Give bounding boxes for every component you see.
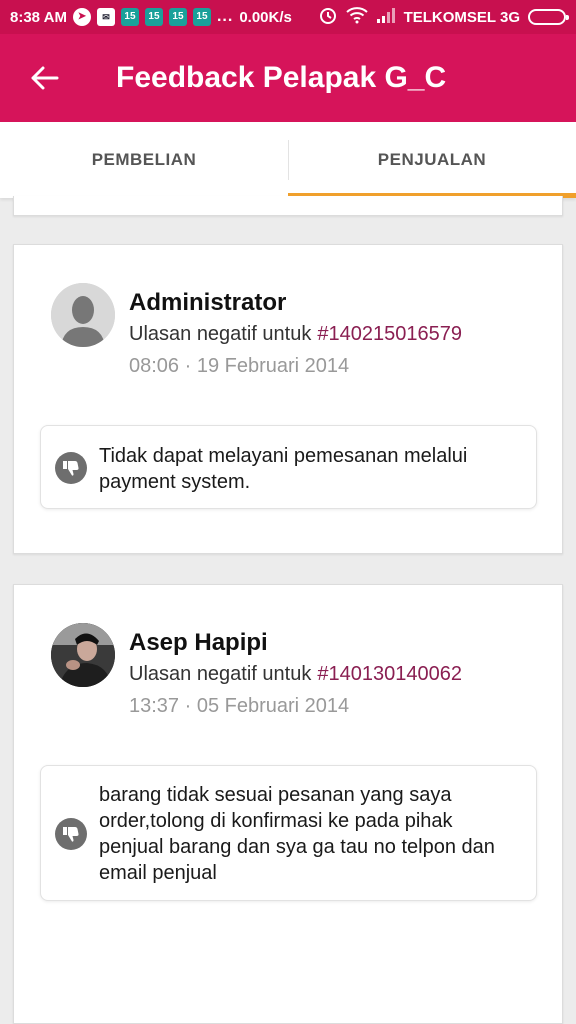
battery-icon [528,9,569,25]
default-avatar-icon [51,283,115,347]
user-photo-icon [51,623,115,687]
thumbs-down-icon [55,452,87,484]
tab-label: PENJUALAN [377,150,487,169]
status-bar: 8:38 AM ➤ ✉ 15 15 15 15 ... 0.00K/s TELK… [0,0,576,34]
feedback-card: Administrator Ulasan negatif untuk #14021… [13,244,563,554]
review-type-line: Ulasan negatif untuk #140215016579 [129,323,462,346]
calendar-15-icon: 15 [192,8,211,26]
review-prefix: Ulasan negatif untuk [129,323,312,345]
thumbs-down-icon [55,818,87,850]
arrow-left-icon [31,66,59,90]
review-timestamp: 08:06 · 19 Februari 2014 [129,355,350,377]
comment-bubble: barang tidak sesuai pesanan yang saya or… [40,765,537,901]
carrier-name: TELKOMSEL 3G [403,8,520,26]
reviewer-name: Asep Hapipi [129,629,268,656]
feedback-card: Asep Hapipi Ulasan negatif untuk #1401301… [13,584,563,1024]
tab-bar: PEMBELIAN PENJUALAN [0,122,576,198]
tab-pembelian[interactable]: PEMBELIAN [0,122,288,198]
review-prefix: Ulasan negatif untuk [129,663,312,685]
page-title: Feedback Pelapak G_C [116,61,447,94]
calendar-15-icon: 15 [168,8,187,26]
signal-icon [376,7,396,27]
avatar [51,623,115,687]
order-id-link[interactable]: #140215016579 [317,323,462,345]
app-bar: Feedback Pelapak G_C [0,34,576,122]
calendar-15-icon: 15 [144,8,163,26]
comment-bubble: Tidak dapat melayani pemesanan melalui p… [40,425,537,509]
avatar [51,283,115,347]
calendar-15-icon: 15 [120,8,139,26]
alarm-icon [318,5,338,29]
review-comment: Tidak dapat melayani pemesanan melalui p… [99,445,468,493]
reviewer-name: Administrator [129,289,287,316]
back-button[interactable] [0,34,90,122]
order-id-link[interactable]: #140130140062 [317,663,462,685]
review-comment: barang tidak sesuai pesanan yang saya or… [99,784,495,884]
review-timestamp: 13:37 · 05 Februari 2014 [129,695,350,717]
status-time: 8:38 AM [10,8,67,26]
mail-icon: ✉ [96,8,115,26]
more-notifications-indicator: ... [216,8,234,25]
network-speed: 0.00K/s [239,8,292,26]
telegram-icon: ➤ [72,8,91,26]
review-type-line: Ulasan negatif untuk #140130140062 [129,663,462,686]
feedback-card-partial [13,196,563,216]
wifi-icon [345,6,368,28]
tab-penjualan[interactable]: PENJUALAN [288,122,576,198]
tab-label: PEMBELIAN [91,150,197,169]
